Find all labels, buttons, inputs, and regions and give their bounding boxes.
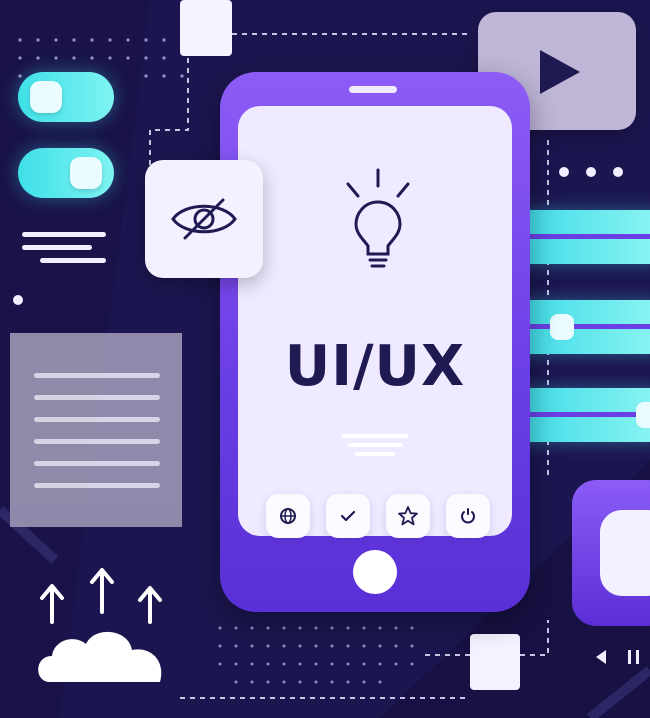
slider-track xyxy=(524,412,650,417)
slider-track xyxy=(524,234,650,239)
phone-speaker xyxy=(349,86,397,93)
phone-screen: UI/UX xyxy=(238,106,512,538)
cloud-upload-icon xyxy=(38,568,162,682)
toggle-switch-1[interactable] xyxy=(18,72,114,122)
screen-text-lines xyxy=(342,434,408,461)
globe-button[interactable] xyxy=(266,494,310,538)
toggle-knob xyxy=(70,157,102,189)
slider-track xyxy=(524,324,650,329)
document-card xyxy=(10,333,182,527)
check-button[interactable] xyxy=(326,494,370,538)
screen-title: UI/UX xyxy=(284,334,466,399)
star-icon xyxy=(398,506,418,526)
toggle-knob xyxy=(30,81,62,113)
hide-visibility-card[interactable] xyxy=(145,160,263,278)
device-card xyxy=(572,480,650,626)
decor-square-bottom xyxy=(470,634,520,690)
phone-mockup: UI/UX xyxy=(220,72,530,612)
check-icon xyxy=(340,510,356,522)
star-button[interactable] xyxy=(386,494,430,538)
power-button[interactable] xyxy=(446,494,490,538)
lightbulb-icon xyxy=(346,168,410,268)
globe-icon xyxy=(280,508,296,524)
device-card-screen xyxy=(600,510,650,596)
phone-home-button[interactable] xyxy=(353,550,397,594)
slider-thumb[interactable] xyxy=(550,314,574,340)
decor-square-top xyxy=(180,0,232,56)
eye-slash-icon xyxy=(171,198,237,240)
toggle-switch-2[interactable] xyxy=(18,148,114,198)
slider-thumb[interactable] xyxy=(636,402,650,428)
power-icon xyxy=(461,508,475,524)
